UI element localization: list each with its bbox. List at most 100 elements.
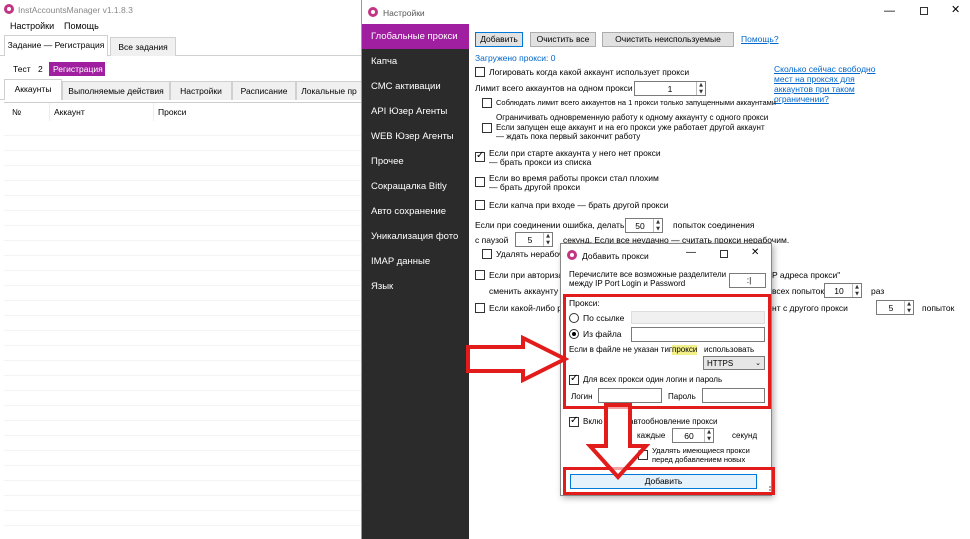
tab-local-proxies[interactable]: Локальные пр — [296, 81, 362, 100]
any-error-suffix: попыток — [922, 303, 955, 313]
menu-settings[interactable]: Настройки — [10, 21, 54, 31]
col-header-account[interactable]: Аккаунт — [54, 107, 85, 117]
tab-settings[interactable]: Настройки — [170, 81, 232, 100]
menu-help[interactable]: Помощь — [64, 21, 99, 31]
any-error-value: 5 — [888, 303, 894, 313]
settings-title: Настройки — [383, 8, 425, 18]
auth-line1-right: P адреса прокси" — [772, 270, 841, 280]
auth-line2: сменить аккаунту пр — [489, 286, 570, 296]
auth-line2-right: всех попыток — [772, 286, 825, 296]
tab-schedule[interactable]: Расписание — [232, 81, 296, 100]
annotation-down-arrow-icon — [586, 403, 650, 480]
pause-label: с паузой — [475, 235, 509, 245]
dialog-minimize-icon[interactable]: — — [686, 248, 696, 258]
nav-imap[interactable]: IMAP данные — [362, 249, 469, 274]
log-usage-label: Логировать когда какой аккаунт используе… — [489, 67, 690, 77]
dialog-maximize-icon[interactable] — [720, 250, 728, 258]
on-start-checkbox[interactable] — [475, 150, 485, 162]
tab-task-registration[interactable]: Задание — Регистрация — [4, 35, 108, 56]
auth-stepper[interactable]: 10 ▲ ▼ — [824, 283, 862, 298]
limit-running-checkbox[interactable] — [482, 98, 492, 108]
auth-value: 10 — [834, 286, 844, 296]
captcha-label: Если капча при входе — брать другой прок… — [489, 200, 669, 210]
dialog-close-icon[interactable]: ✕ — [751, 248, 759, 258]
delete-bad-label: Удалять нерабоч — [496, 249, 564, 259]
nav-global-proxies[interactable]: Глобальные прокси — [362, 24, 469, 49]
nav-other[interactable]: Прочее — [362, 149, 469, 174]
nav-photo-uniq[interactable]: Уникализация фото — [362, 224, 469, 249]
nav-api-ua[interactable]: API Юзер Агенты — [362, 99, 469, 124]
auth-line1: Если при авторизац — [489, 270, 568, 280]
accounts-table[interactable]: № Аккаунт Прокси — [4, 102, 362, 539]
any-error-right: нт с другого прокси — [772, 303, 848, 313]
seconds-label: секунд — [732, 431, 758, 440]
annotation-right-arrow-icon — [466, 335, 569, 383]
main-window: InstAccountsManager v1.1.8.3 Настройки П… — [0, 0, 362, 539]
bad-proxy-checkbox[interactable] — [475, 177, 485, 187]
tag-registration-label: Регистрация — [53, 64, 103, 74]
nav-captcha[interactable]: Капча — [362, 49, 469, 74]
pause-stepper[interactable]: 5 ▲ ▼ — [515, 232, 553, 247]
table-grid — [4, 121, 362, 539]
clear-unused-button[interactable]: Очистить неиспользуемые — [602, 32, 734, 47]
tag-test[interactable]: Тест — [13, 64, 31, 74]
nav-web-ua[interactable]: WEB Юзер Агенты — [362, 124, 469, 149]
limit-label: Лимит всего аккаунтов на одном прокси — [475, 83, 633, 93]
help-link[interactable]: Помощь? — [741, 34, 779, 44]
maximize-icon[interactable] — [920, 7, 928, 15]
one-account-line1: Ограничивать одновременную работу к одно… — [496, 113, 769, 122]
nav-bitly[interactable]: Сокращалка Bitly — [362, 174, 469, 199]
pause-value: 5 — [527, 235, 533, 245]
add-proxy-button[interactable]: Добавить — [475, 32, 523, 47]
delete-bad-checkbox[interactable] — [482, 249, 492, 259]
nav-autosave[interactable]: Авто сохранение — [362, 199, 469, 224]
auto-update-checkbox[interactable] — [569, 415, 579, 427]
stepper-arrows-icon[interactable]: ▲ ▼ — [852, 284, 861, 297]
auth-suffix: раз — [871, 286, 885, 296]
separators-input[interactable]: :| — [729, 273, 766, 288]
annotation-proxy-box — [563, 294, 771, 409]
delete-existing-line2: перед добавлением новых — [652, 455, 746, 464]
app-icon — [4, 4, 14, 14]
conn-error-value: 50 — [635, 221, 645, 231]
dialog-app-icon — [567, 250, 577, 260]
settings-nav: Глобальные прокси Капча СМС активации AP… — [362, 24, 469, 539]
any-error-stepper[interactable]: 5 ▲ ▼ — [876, 300, 914, 315]
tab-accounts[interactable]: Аккаунты — [4, 79, 62, 100]
tab-all-tasks[interactable]: Все задания — [110, 37, 176, 56]
nav-sms[interactable]: СМС активации — [362, 74, 469, 99]
one-account-checkbox[interactable] — [482, 123, 492, 133]
tag-count: 2 — [38, 64, 43, 74]
close-icon[interactable]: ✕ — [951, 4, 960, 15]
stepper-arrows-icon[interactable]: ▲ ▼ — [653, 219, 662, 232]
log-usage-checkbox[interactable] — [475, 67, 485, 77]
every-value: 60 — [684, 431, 694, 441]
stepper-arrows-icon[interactable]: ▲ ▼ — [543, 233, 552, 246]
on-start-line2: — брать прокси из списка — [489, 157, 592, 167]
main-window-title: InstAccountsManager v1.1.8.3 — [18, 5, 133, 15]
col-header-proxy[interactable]: Прокси — [158, 107, 186, 117]
limit-stepper[interactable]: 1 ▲ ▼ — [634, 81, 706, 96]
dialog-title: Добавить прокси — [582, 251, 649, 261]
limit-running-label: Соблюдать лимит всего аккаунтов на 1 про… — [496, 98, 776, 107]
captcha-checkbox[interactable] — [475, 200, 485, 210]
limit-value: 1 — [667, 84, 673, 94]
stepper-arrows-icon[interactable]: ▲ ▼ — [904, 301, 913, 314]
conn-error-suffix: попыток соединения — [673, 220, 755, 230]
nav-language[interactable]: Язык — [362, 274, 469, 299]
loaded-count: Загружено прокси: 0 — [475, 53, 556, 63]
tab-actions[interactable]: Выполняемые действия — [62, 81, 170, 100]
any-error-checkbox[interactable] — [475, 303, 485, 313]
clear-all-button[interactable]: Очистить все — [530, 32, 596, 47]
stepper-arrows-icon[interactable]: ▲ ▼ — [696, 82, 705, 95]
one-account-line3: — ждать пока первый закончит работу — [496, 132, 641, 141]
tag-registration[interactable]: Регистрация — [49, 62, 105, 76]
every-stepper[interactable]: 60 ▲ ▼ — [672, 428, 714, 443]
col-header-number[interactable]: № — [12, 107, 21, 117]
separators-line2: между IP Port Login и Password — [569, 279, 686, 288]
stepper-arrows-icon[interactable]: ▲ ▼ — [704, 429, 713, 442]
minimize-icon[interactable]: — — [884, 6, 895, 17]
auth-checkbox[interactable] — [475, 270, 485, 280]
conn-error-stepper[interactable]: 50 ▲ ▼ — [625, 218, 663, 233]
free-slots-link[interactable]: Сколько сейчас свободно мест на проксях … — [774, 64, 894, 104]
